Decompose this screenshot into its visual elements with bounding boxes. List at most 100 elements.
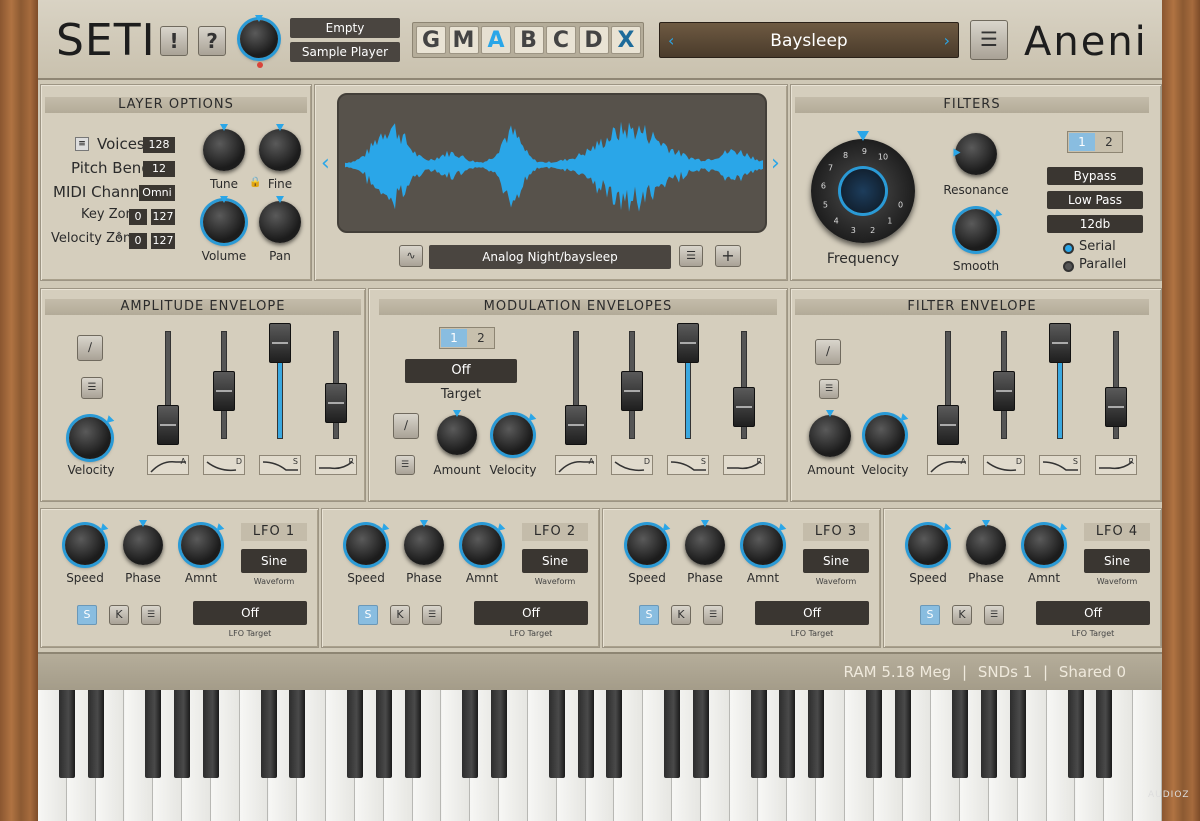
lfo-key-button[interactable]: K bbox=[109, 605, 129, 625]
fine-knob[interactable] bbox=[259, 124, 301, 171]
smooth-knob[interactable] bbox=[955, 209, 1003, 251]
lfo-amount-knob[interactable] bbox=[181, 523, 225, 565]
envelope-fader-r[interactable] bbox=[733, 387, 755, 427]
envelope-shape-d[interactable]: D bbox=[983, 455, 1025, 475]
envelope-shape-a[interactable]: A bbox=[147, 455, 189, 475]
mod-velocity-knob[interactable] bbox=[493, 413, 537, 455]
preset-selector[interactable]: ‹ Baysleep › bbox=[659, 22, 959, 58]
excl-button[interactable]: ! bbox=[160, 26, 188, 56]
envelope-shape-d[interactable]: D bbox=[611, 455, 653, 475]
velocity-zone-high[interactable]: 127 bbox=[151, 233, 175, 249]
lfo-amount-knob[interactable] bbox=[743, 523, 787, 565]
envelope-fader-s[interactable] bbox=[677, 323, 699, 363]
black-key[interactable] bbox=[865, 690, 882, 778]
help-button[interactable]: ? bbox=[198, 26, 226, 56]
lock-icon[interactable]: 🔒 bbox=[249, 177, 261, 188]
envelope-shape-s[interactable]: S bbox=[667, 455, 709, 475]
wave-view-icon[interactable]: ∿ bbox=[399, 245, 423, 267]
envelope-fader-r[interactable] bbox=[325, 383, 347, 423]
black-key[interactable] bbox=[750, 690, 767, 778]
black-key[interactable] bbox=[174, 690, 191, 778]
envelope-fader-d[interactable] bbox=[993, 371, 1015, 411]
black-key[interactable] bbox=[145, 690, 162, 778]
pan-knob[interactable] bbox=[259, 196, 301, 243]
filter-slope[interactable]: 12db bbox=[1047, 215, 1143, 233]
env-list-icon[interactable]: ☰ bbox=[395, 455, 415, 475]
layer-tab-a[interactable]: A bbox=[481, 26, 511, 54]
pitch-bend-value[interactable]: 12 bbox=[143, 161, 175, 177]
layer-tab-b[interactable]: B bbox=[513, 26, 544, 54]
lfo-phase-knob[interactable] bbox=[685, 520, 725, 565]
black-key[interactable] bbox=[289, 690, 306, 778]
black-key[interactable] bbox=[1096, 690, 1113, 778]
black-key[interactable] bbox=[606, 690, 623, 778]
black-key[interactable] bbox=[952, 690, 969, 778]
black-key[interactable] bbox=[375, 690, 392, 778]
lfo-list-icon[interactable]: ☰ bbox=[703, 605, 723, 625]
black-key[interactable] bbox=[808, 690, 825, 778]
piano-keyboard[interactable] bbox=[38, 690, 1162, 821]
envelope-shape-r[interactable]: R bbox=[315, 455, 357, 475]
volume-knob[interactable] bbox=[203, 196, 245, 243]
amp-velocity-knob[interactable] bbox=[69, 415, 115, 459]
envelope-shape-s[interactable]: S bbox=[1039, 455, 1081, 475]
black-key[interactable] bbox=[664, 690, 681, 778]
envelope-shape-a[interactable]: A bbox=[927, 455, 969, 475]
black-key[interactable] bbox=[894, 690, 911, 778]
envelope-shape-s[interactable]: S bbox=[259, 455, 301, 475]
filter-tab-2[interactable]: 2 bbox=[1096, 133, 1122, 151]
black-key[interactable] bbox=[462, 690, 479, 778]
key-zone-high[interactable]: 127 bbox=[151, 209, 175, 225]
key-zone-low[interactable]: 0 bbox=[129, 209, 147, 225]
resonance-knob[interactable] bbox=[953, 133, 997, 175]
black-key[interactable] bbox=[202, 690, 219, 778]
lfo-key-button[interactable]: K bbox=[952, 605, 972, 625]
env-list-icon[interactable]: ☰ bbox=[819, 379, 839, 399]
lfo-target-select[interactable]: Off bbox=[1036, 601, 1150, 625]
slot-sample-player[interactable]: Sample Player bbox=[290, 42, 400, 62]
lfo-waveform-select[interactable]: Sine bbox=[241, 549, 307, 573]
velocity-zone-low[interactable]: 0 bbox=[129, 233, 147, 249]
voices-list-icon[interactable]: ≡ bbox=[75, 137, 89, 151]
envelope-fader-a[interactable] bbox=[937, 405, 959, 445]
lfo-phase-knob[interactable] bbox=[966, 520, 1006, 565]
layer-tab-d[interactable]: D bbox=[578, 26, 609, 54]
tune-knob[interactable] bbox=[203, 124, 245, 171]
lfo-sync-button[interactable]: S bbox=[358, 605, 378, 625]
chevron-right-icon[interactable]: › bbox=[771, 151, 780, 176]
filter-env-velocity-knob[interactable] bbox=[865, 413, 909, 455]
mod-env-tab-2[interactable]: 2 bbox=[468, 329, 494, 347]
lfo-list-icon[interactable]: ☰ bbox=[141, 605, 161, 625]
lfo-sync-button[interactable]: S bbox=[77, 605, 97, 625]
serial-radio[interactable] bbox=[1063, 243, 1074, 254]
lfo-phase-knob[interactable] bbox=[123, 520, 163, 565]
lfo-amount-knob[interactable] bbox=[1024, 523, 1068, 565]
white-key[interactable] bbox=[1133, 690, 1162, 821]
black-key[interactable] bbox=[58, 690, 75, 778]
chevron-left-icon[interactable]: ‹ bbox=[321, 151, 330, 176]
frequency-dial[interactable]: 10 9 8 7 6 5 4 3 2 1 0 bbox=[811, 139, 915, 243]
lfo-speed-knob[interactable] bbox=[627, 523, 671, 565]
lfo-waveform-select[interactable]: Sine bbox=[1084, 549, 1150, 573]
envelope-shape-r[interactable]: R bbox=[1095, 455, 1137, 475]
filter-type-lowpass[interactable]: Low Pass bbox=[1047, 191, 1143, 209]
black-key[interactable] bbox=[260, 690, 277, 778]
envelope-fader-d[interactable] bbox=[621, 371, 643, 411]
env-curve-icon[interactable]: ∕ bbox=[393, 413, 419, 439]
layer-tab-m[interactable]: M bbox=[448, 26, 479, 54]
slot-empty[interactable]: Empty bbox=[290, 18, 400, 38]
lfo-target-select[interactable]: Off bbox=[193, 601, 307, 625]
black-key[interactable] bbox=[491, 690, 508, 778]
lfo-speed-knob[interactable] bbox=[908, 523, 952, 565]
black-key[interactable] bbox=[1009, 690, 1026, 778]
black-key[interactable] bbox=[347, 690, 363, 778]
sample-name[interactable]: Analog Night/baysleep bbox=[429, 245, 671, 269]
parallel-radio[interactable] bbox=[1063, 261, 1074, 272]
black-key[interactable] bbox=[692, 690, 709, 778]
midi-channel-value[interactable]: Omni bbox=[139, 185, 175, 201]
layer-tab-g[interactable]: G bbox=[416, 26, 446, 54]
lfo-waveform-select[interactable]: Sine bbox=[803, 549, 869, 573]
updown-icon[interactable]: ⇕ bbox=[115, 231, 123, 242]
black-key[interactable] bbox=[404, 690, 421, 778]
sample-list-icon[interactable]: ☰ bbox=[679, 245, 703, 267]
